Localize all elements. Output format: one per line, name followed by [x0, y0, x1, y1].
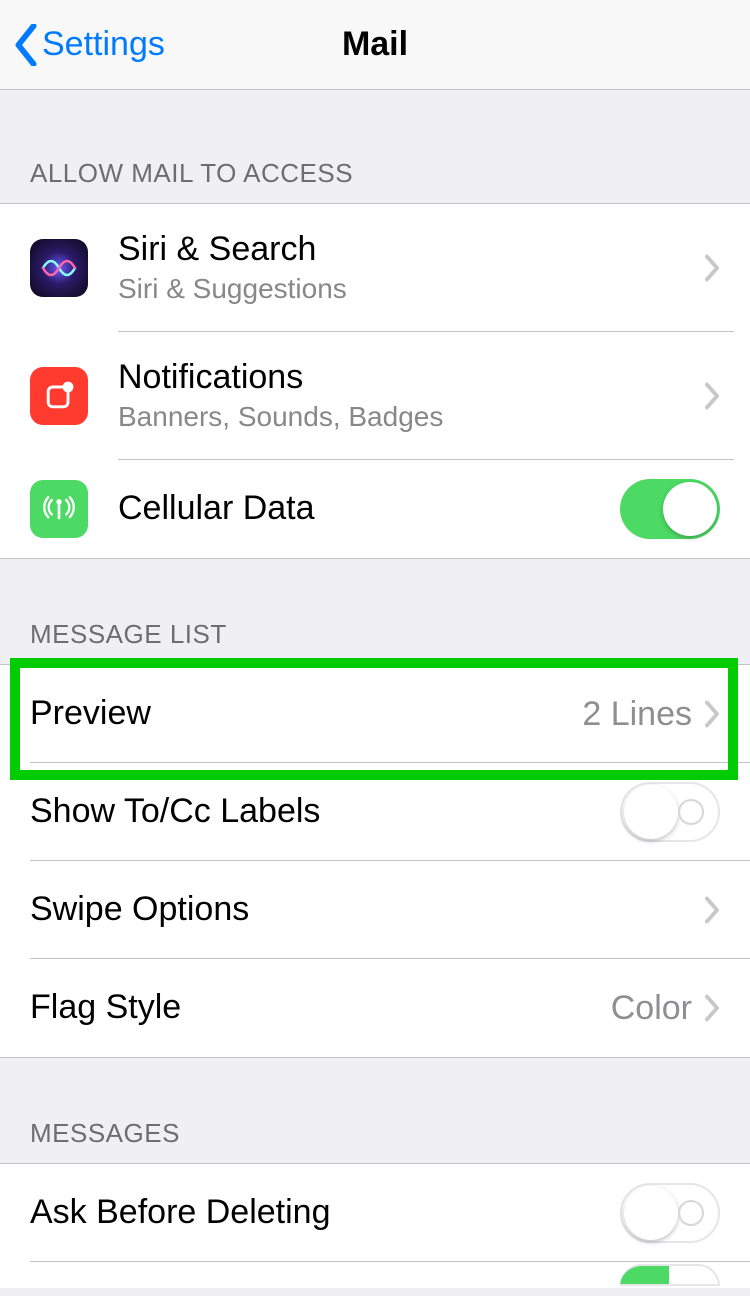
- notifications-icon: [30, 367, 88, 425]
- group-allow-access: Siri & Search Siri & Suggestions Notific…: [0, 203, 750, 559]
- row-ask-before-deleting: Ask Before Deleting: [0, 1164, 750, 1262]
- preview-value: 2 Lines: [582, 695, 692, 734]
- preview-label: Preview: [30, 694, 582, 733]
- flag-value: Color: [611, 989, 692, 1028]
- row-notifications[interactable]: Notifications Banners, Sounds, Badges: [0, 332, 750, 460]
- section-header-messages: MESSAGES: [0, 1118, 750, 1163]
- chevron-right-icon: [704, 700, 720, 728]
- cellular-icon: [30, 480, 88, 538]
- siri-label: Siri & Search: [118, 230, 704, 269]
- show-to-cc-label: Show To/Cc Labels: [30, 792, 620, 831]
- section-header-allow-access: ALLOW MAIL TO ACCESS: [0, 158, 750, 203]
- nav-bar: Settings Mail: [0, 0, 750, 90]
- chevron-right-icon: [704, 254, 720, 282]
- notifications-label: Notifications: [118, 358, 704, 397]
- back-button[interactable]: Settings: [0, 24, 165, 66]
- show-to-cc-toggle[interactable]: [620, 782, 720, 842]
- back-label: Settings: [42, 25, 165, 64]
- flag-label: Flag Style: [30, 988, 611, 1027]
- notifications-sub: Banners, Sounds, Badges: [118, 401, 704, 433]
- chevron-right-icon: [704, 896, 720, 924]
- row-cellular-data: Cellular Data: [0, 460, 750, 558]
- siri-sub: Siri & Suggestions: [118, 273, 704, 305]
- ask-delete-label: Ask Before Deleting: [30, 1193, 620, 1232]
- group-message-list: Preview 2 Lines Show To/Cc Labels Swipe …: [0, 664, 750, 1058]
- cellular-toggle[interactable]: [620, 479, 720, 539]
- chevron-right-icon: [704, 382, 720, 410]
- ask-delete-toggle[interactable]: [620, 1183, 720, 1243]
- row-swipe-options[interactable]: Swipe Options: [0, 861, 750, 959]
- chevron-right-icon: [704, 994, 720, 1022]
- chevron-left-icon: [14, 24, 38, 66]
- swipe-label: Swipe Options: [30, 890, 704, 929]
- row-partial-cutoff: [0, 1262, 750, 1288]
- group-messages: Ask Before Deleting: [0, 1163, 750, 1288]
- section-header-message-list: MESSAGE LIST: [0, 619, 750, 664]
- siri-icon: [30, 239, 88, 297]
- partial-toggle[interactable]: [620, 1264, 720, 1286]
- row-siri-search[interactable]: Siri & Search Siri & Suggestions: [0, 204, 750, 332]
- cellular-label: Cellular Data: [118, 489, 620, 528]
- row-show-to-cc: Show To/Cc Labels: [0, 763, 750, 861]
- row-flag-style[interactable]: Flag Style Color: [0, 959, 750, 1057]
- row-preview[interactable]: Preview 2 Lines: [0, 665, 750, 763]
